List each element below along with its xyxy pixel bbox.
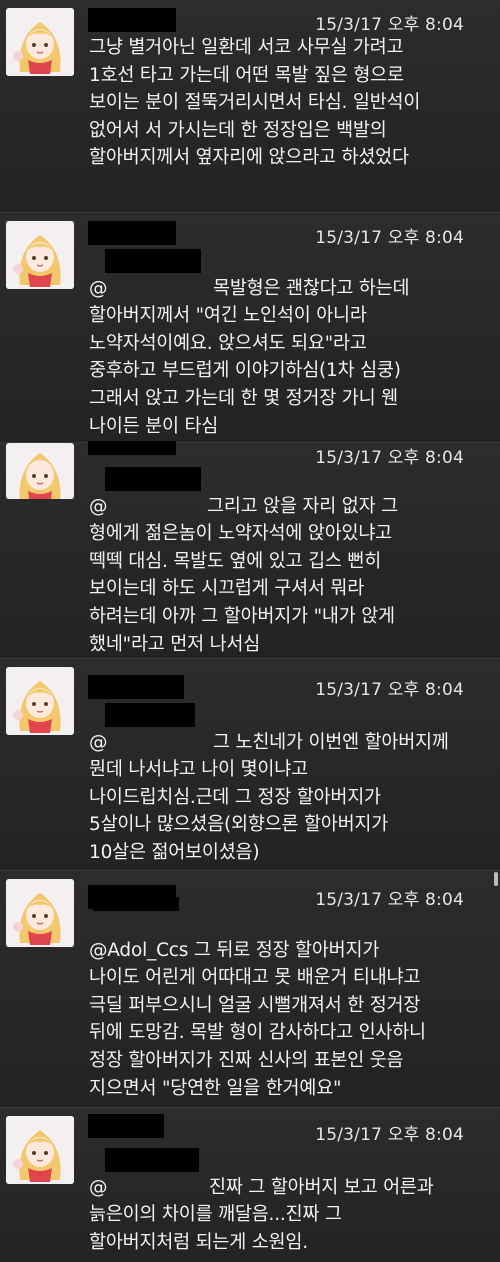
- tweet-text: @ 목발형은 괜찮다고 하는데 할아버지께서 "여긴 노인석이 아니라 노약자석…: [89, 247, 479, 440]
- avatar-illustration: [6, 1116, 74, 1184]
- tweet-handle-redacted[interactable]: [88, 441, 176, 455]
- mention-link[interactable]: @: [89, 496, 108, 517]
- tweet-handle-redacted[interactable]: [88, 1114, 164, 1138]
- tweet-text-content: 그 노친네가 이번엔 할아버지께 뭔데 나서냐고 나이 몇이냐고 나이드립치심.…: [89, 731, 449, 863]
- avatar[interactable]: [6, 879, 74, 947]
- avatar[interactable]: [6, 667, 74, 735]
- mention-link[interactable]: @: [89, 1177, 108, 1198]
- tweet-item[interactable]: 15/3/17 오후 8:04 @ 진짜 그 할아버지 보고 어른과 늙은이의 …: [0, 1108, 500, 1262]
- tweet-handle-redacted[interactable]: [88, 8, 176, 32]
- tweet-timestamp: 15/3/17 오후 8:04: [315, 1125, 464, 1145]
- tweet-handle-redacted[interactable]: [88, 675, 184, 699]
- mention-redaction: [105, 703, 195, 727]
- tweet-timestamp: 15/3/17 오후 8:04: [315, 228, 464, 248]
- avatar[interactable]: [6, 221, 74, 289]
- tweet-timestamp: 15/3/17 오후 8:04: [315, 680, 464, 700]
- avatar[interactable]: [6, 1116, 74, 1184]
- avatar[interactable]: [6, 8, 74, 76]
- tweet-handle-redacted[interactable]: [88, 221, 176, 245]
- mention-link[interactable]: @: [89, 278, 108, 299]
- tweet-text-content: 진짜 그 할아버지 보고 어른과 늙은이의 차이를 깨달음...진짜 그 할아버…: [89, 1176, 434, 1253]
- avatar-illustration: [6, 221, 74, 289]
- mention-redaction: [105, 1148, 199, 1172]
- avatar-illustration: [6, 8, 74, 76]
- tweet-text: @ 진짜 그 할아버지 보고 어른과 늙은이의 차이를 깨달음...진짜 그 할…: [89, 1146, 479, 1256]
- tweet-timestamp: 15/3/17 오후 8:04: [315, 15, 464, 35]
- mention-link[interactable]: @Adol_Ccs: [89, 940, 188, 961]
- tweet-item[interactable]: 15/3/17 오후 8:04 @ 그 노친네가 이번엔 할아버지께 뭔데 나서…: [0, 659, 500, 871]
- tweet-item[interactable]: 15/3/17 오후 8:04 @Adol_Ccs 그 뒤로 정장 할아버지가 …: [0, 871, 500, 1108]
- avatar[interactable]: [6, 443, 74, 499]
- mention-redaction: [93, 897, 179, 911]
- tweet-item[interactable]: 15/3/17 오후 8:04 @ 목발형은 괜찮다고 하는데 할아버지께서 "…: [0, 213, 500, 443]
- mention-redaction: [105, 467, 201, 491]
- tweet-text-content: 목발형은 괜찮다고 하는데 할아버지께서 "여긴 노인석이 아니라 노약자석이예…: [89, 277, 410, 437]
- tweet-text-content: 그리고 앉을 자리 없자 그 형에게 젊은놈이 노약자석에 앉아있냐고 떽떽 대…: [89, 495, 398, 655]
- tweet-timestamp: 15/3/17 오후 8:04: [315, 890, 464, 910]
- tweet-feed: 15/3/17 오후 8:04 그냥 별거아닌 일환데 서코 사무실 가려고 1…: [0, 0, 500, 1262]
- tweet-text: 그냥 별거아닌 일환데 서코 사무실 가려고 1호선 타고 가는데 어떤 목발 …: [89, 37, 421, 169]
- mention-redaction: [105, 249, 201, 273]
- tweet-text-content: 그 뒤로 정장 할아버지가 나이도 어린게 어따대고 못 배운거 티내냐고 극딜…: [89, 939, 426, 1099]
- avatar-illustration: [6, 879, 74, 947]
- tweet-item[interactable]: 15/3/17 오후 8:04 그냥 별거아닌 일환데 서코 사무실 가려고 1…: [0, 0, 500, 213]
- tweet-text: @ 그 노친네가 이번엔 할아버지께 뭔데 나서냐고 나이 몇이냐고 나이드립치…: [89, 701, 479, 867]
- tweet-text: @ 그리고 앉을 자리 없자 그 형에게 젊은놈이 노약자석에 앉아있냐고 떽떽…: [89, 465, 479, 658]
- scrollbar-thumb[interactable]: [494, 872, 498, 886]
- avatar-illustration: [6, 449, 74, 499]
- mention-link[interactable]: @: [89, 732, 108, 753]
- tweet-text: @Adol_Ccs 그 뒤로 정장 할아버지가 나이도 어린게 어따대고 못 배…: [89, 897, 479, 1102]
- tweet-item[interactable]: 15/3/17 오후 8:04 @ 그리고 앉을 자리 없자 그 형에게 젊은놈…: [0, 441, 500, 659]
- avatar-illustration: [6, 667, 74, 735]
